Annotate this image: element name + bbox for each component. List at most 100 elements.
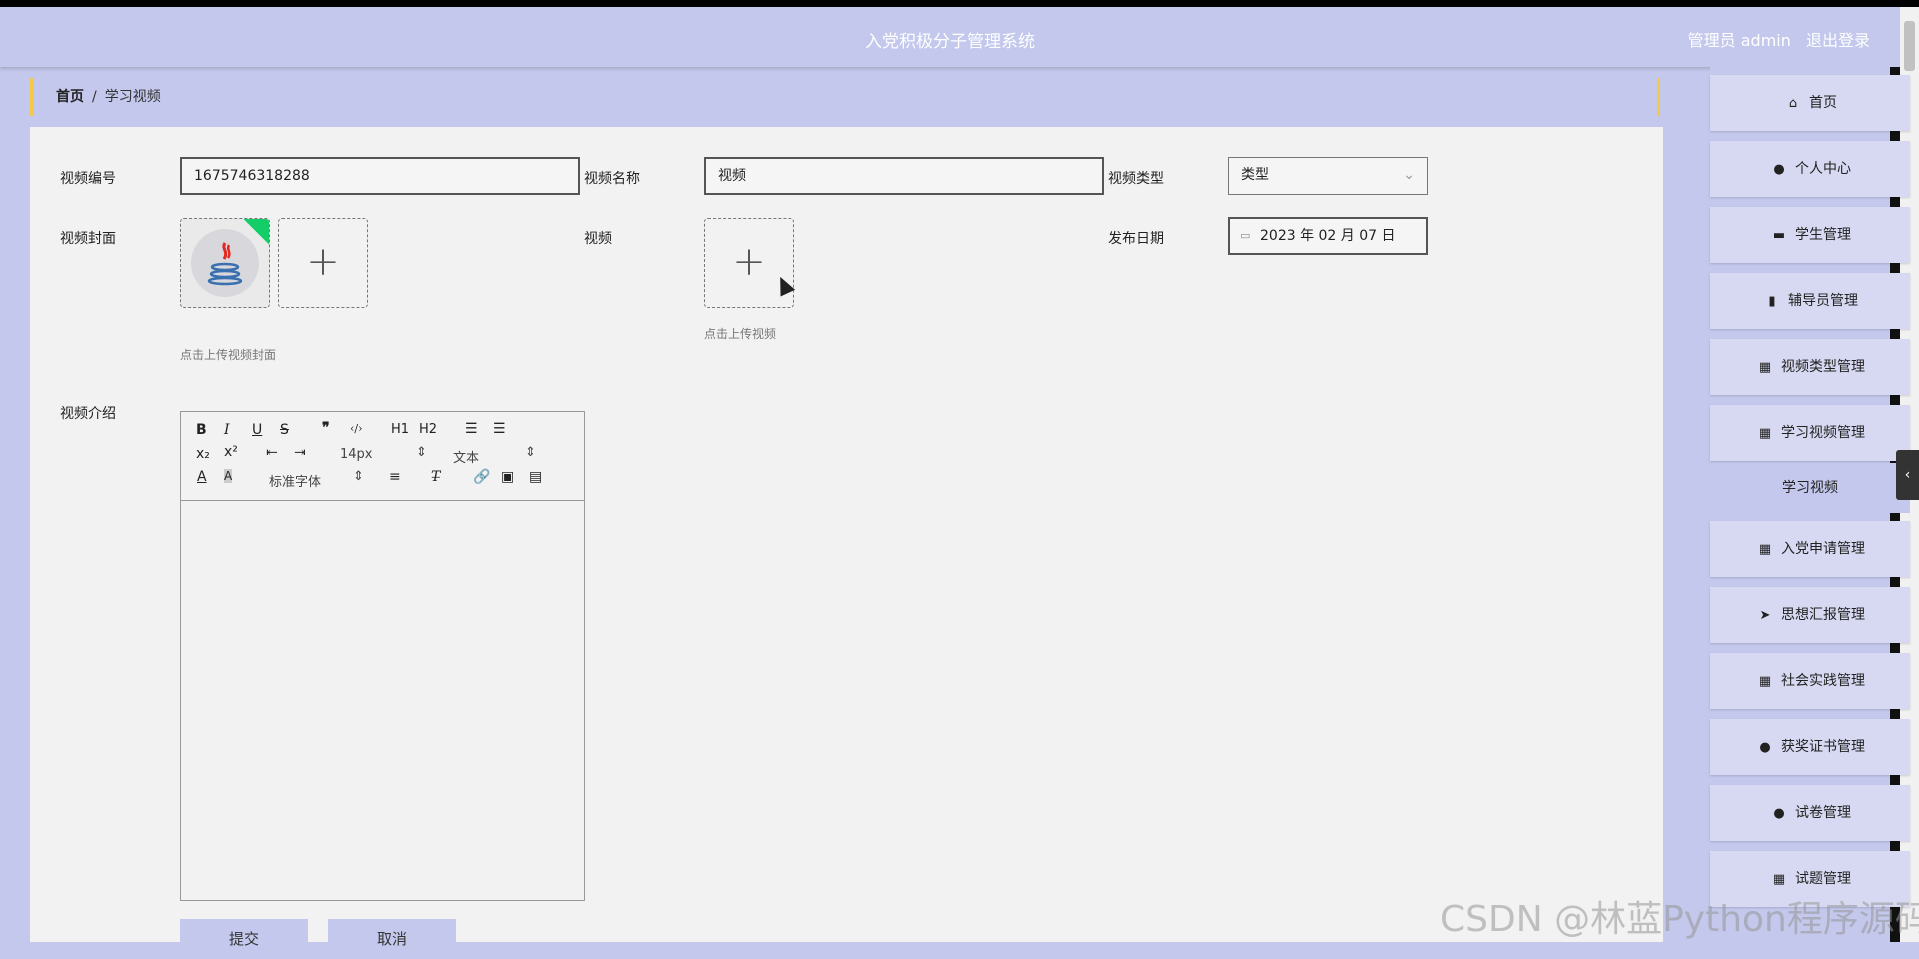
sidebar-item-party-applications[interactable]: ▦ 入党申请管理 xyxy=(1710,521,1910,577)
home-icon: ⌂ xyxy=(1788,96,1798,111)
calendar-icon: ▭ xyxy=(1240,229,1251,242)
blockquote-button[interactable]: ❞ xyxy=(322,420,330,436)
font-size-select[interactable]: 14px xyxy=(340,447,373,462)
ordered-list-icon[interactable]: ☰ xyxy=(465,421,478,437)
video-type-label: 视频类型 xyxy=(1108,171,1164,187)
strike-button[interactable]: S xyxy=(280,422,289,438)
user-icon: ● xyxy=(1759,740,1771,755)
video-icon[interactable]: ▤ xyxy=(529,469,542,485)
grid-icon: ▦ xyxy=(1758,426,1772,441)
code-block-button[interactable]: ‹/› xyxy=(350,422,363,435)
java-logo-icon xyxy=(191,229,259,297)
background-color-button[interactable]: A xyxy=(224,469,233,483)
video-name-label: 视频名称 xyxy=(584,171,640,187)
grid-icon: ▦ xyxy=(1758,674,1772,689)
breadcrumb-current: 学习视频 xyxy=(104,89,161,105)
grid-icon: ▦ xyxy=(1758,542,1772,557)
cover-upload-button[interactable]: + xyxy=(278,218,368,308)
scrollbar-thumb[interactable] xyxy=(1904,21,1915,71)
breadcrumb-separator: / xyxy=(92,89,97,105)
subscript-button[interactable]: x₂ xyxy=(196,446,210,462)
user-icon: ● xyxy=(1773,806,1785,821)
top-bar-edge xyxy=(0,0,1919,7)
send-icon: ➤ xyxy=(1759,608,1771,623)
cancel-button[interactable]: 取消 xyxy=(328,919,456,959)
app-header: 入党积极分子管理系统 管理员 admin 退出登录 xyxy=(0,7,1900,67)
rich-text-editor[interactable]: B I U S ❞ ‹/› H1 H2 ☰ ☰ x₂ x² ⇤ ⇥ 14px ⇕… xyxy=(180,411,585,901)
video-type-select[interactable]: 类型 ⌄ xyxy=(1228,157,1428,195)
submit-button[interactable]: 提交 xyxy=(180,919,308,959)
publish-date-label: 发布日期 xyxy=(1108,231,1164,247)
video-no-label: 视频编号 xyxy=(60,171,116,187)
header1-button[interactable]: H1 xyxy=(391,422,409,437)
align-left-icon[interactable]: ≡ xyxy=(389,469,401,485)
header-select[interactable]: 文本 xyxy=(453,447,479,466)
sidebar-item-home[interactable]: ⌂ 首页 xyxy=(1710,75,1910,131)
sidebar-item-label: 社会实践管理 xyxy=(1781,673,1865,689)
header2-button[interactable]: H2 xyxy=(419,422,437,437)
header-arrows-icon: ⇕ xyxy=(525,445,536,460)
breadcrumb-home[interactable]: 首页 xyxy=(56,89,84,105)
sidebar-item-label: 视频类型管理 xyxy=(1781,359,1865,375)
video-type-value: 类型 xyxy=(1241,167,1269,183)
sidebar-item-label: 获奖证书管理 xyxy=(1781,739,1865,755)
font-size-arrows-icon: ⇕ xyxy=(416,445,427,460)
grid-icon: ▦ xyxy=(1758,360,1772,375)
cover-label: 视频封面 xyxy=(60,231,116,247)
watermark: CSDN @林蓝Python程序源码 xyxy=(1440,899,1919,940)
image-icon[interactable]: ▣ xyxy=(501,469,514,485)
clipboard-icon: ▮ xyxy=(1768,294,1776,309)
bold-button[interactable]: B xyxy=(196,422,207,438)
user-area: 管理员 admin 退出登录 xyxy=(1678,27,1870,51)
sidebar-item-award-certificates[interactable]: ● 获奖证书管理 xyxy=(1710,719,1910,775)
sidebar-item-label: 首页 xyxy=(1809,95,1837,111)
font-family-select[interactable]: 标准字体 xyxy=(269,471,321,490)
italic-button[interactable]: I xyxy=(224,422,230,438)
sidebar-item-label: 思想汇报管理 xyxy=(1781,607,1865,623)
sidebar-item-label: 学生管理 xyxy=(1795,227,1851,243)
editor-toolbar: B I U S ❞ ‹/› H1 H2 ☰ ☰ x₂ x² ⇤ ⇥ 14px ⇕… xyxy=(181,412,584,501)
publish-date-value: 2023 年 02 月 07 日 xyxy=(1260,228,1396,244)
sidebar-item-label: 试卷管理 xyxy=(1795,805,1851,821)
logout-link[interactable]: 退出登录 xyxy=(1806,31,1870,50)
sidebar-item-students[interactable]: ▬ 学生管理 xyxy=(1710,207,1910,263)
video-hint: 点击上传视频 xyxy=(704,327,777,341)
bullet-list-icon[interactable]: ☰ xyxy=(493,421,506,437)
sidebar-subitem-study-video[interactable]: 学习视频 xyxy=(1710,463,1910,513)
cover-hint: 点击上传视频封面 xyxy=(180,348,277,362)
link-icon[interactable]: 🔗 xyxy=(473,469,490,485)
underline-button[interactable]: U xyxy=(252,422,262,438)
sidebar-item-social-practice[interactable]: ▦ 社会实践管理 xyxy=(1710,653,1910,709)
plus-icon: + xyxy=(306,239,340,285)
user-icon: ● xyxy=(1773,162,1785,177)
video-name-input[interactable]: 视频 xyxy=(704,157,1104,195)
clear-format-icon[interactable]: T̶ xyxy=(431,469,440,485)
publish-date-input[interactable]: ▭ 2023 年 02 月 07 日 xyxy=(1228,217,1428,255)
sidebar-item-profile[interactable]: ● 个人中心 xyxy=(1710,141,1910,197)
sidebar-item-label: 入党申请管理 xyxy=(1781,541,1865,557)
sidebar-item-label: 试题管理 xyxy=(1795,871,1851,887)
font-family-arrows-icon: ⇕ xyxy=(353,469,364,484)
sidebar-item-thought-reports[interactable]: ➤ 思想汇报管理 xyxy=(1710,587,1910,643)
sidebar-item-label: 个人中心 xyxy=(1795,161,1851,177)
user-role: 管理员 admin xyxy=(1687,31,1791,50)
sidebar-item-label: 学习视频管理 xyxy=(1781,425,1865,441)
intro-label: 视频介绍 xyxy=(60,406,116,422)
app-title: 入党积极分子管理系统 xyxy=(865,32,1035,52)
sidebar-collapse-button[interactable]: ‹ xyxy=(1896,450,1919,500)
sidebar-item-video-types[interactable]: ▦ 视频类型管理 xyxy=(1710,339,1910,395)
superscript-button[interactable]: x² xyxy=(224,444,238,460)
sidebar-item-papers[interactable]: ● 试卷管理 xyxy=(1710,785,1910,841)
cover-thumbnail[interactable] xyxy=(180,218,270,308)
ticket-icon: ▬ xyxy=(1772,228,1786,243)
text-color-button[interactable]: A xyxy=(197,469,207,485)
chevron-down-icon: ⌄ xyxy=(1403,167,1415,183)
indent-icon[interactable]: ⇥ xyxy=(294,445,306,461)
sidebar-item-label: 辅导员管理 xyxy=(1788,293,1858,309)
sidebar: ⌂ 首页 ● 个人中心 ▬ 学生管理 ▮ 辅导员管理 ▦ 视频类型管理 ▦ 学习视频管理 学… xyxy=(1710,67,1910,942)
video-no-input[interactable]: 1675746318288 xyxy=(180,157,580,195)
sidebar-item-counselors[interactable]: ▮ 辅导员管理 xyxy=(1710,273,1910,329)
breadcrumb: 首页 / 学习视频 xyxy=(30,78,1660,116)
sidebar-item-study-videos[interactable]: ▦ 学习视频管理 xyxy=(1710,405,1910,461)
outdent-icon[interactable]: ⇤ xyxy=(266,445,278,461)
